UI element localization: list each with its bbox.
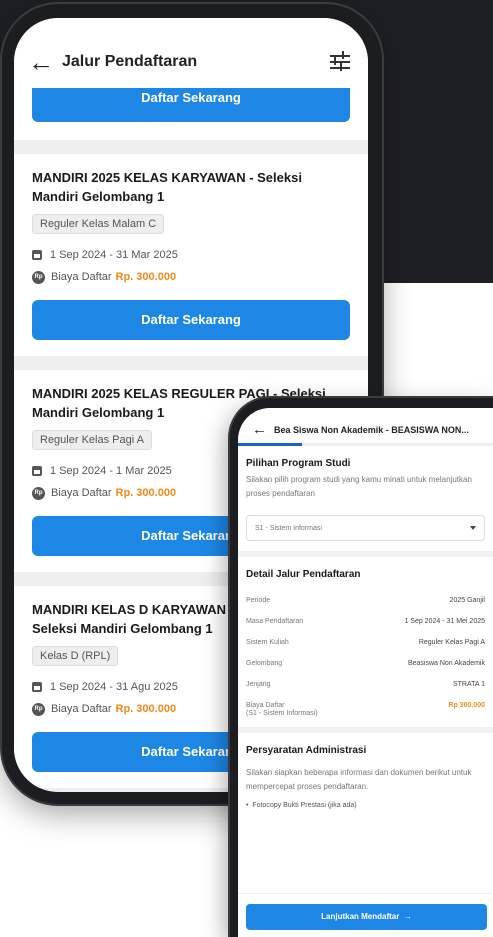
requirement-item: • Fotocopy Bukti Prestasi (jika ada) (246, 802, 357, 809)
class-chip: Kelas D (RPL) (32, 646, 119, 666)
phone-screen-detail: ← Bea Siswa Non Akademik - BEASISWA NON.… (238, 408, 493, 937)
rupiah-icon: Rp (32, 702, 45, 716)
rupiah-icon: Rp (32, 486, 45, 500)
list-item: MANDIRI 2025 KELAS KARYAWAN - Seleksi Ma… (14, 154, 368, 356)
detail-row: Sistem Kuliah Reguler Kelas Pagi A (246, 632, 485, 653)
date-range: 1 Sep 2024 - 1 Mar 2025 (50, 465, 172, 477)
requirement-text: Fotocopy Bukti Prestasi (jika ada) (252, 802, 357, 809)
detail-row: Jenjang STRATA 1 (246, 674, 485, 695)
chevron-down-icon (470, 526, 476, 530)
arrow-right-icon: → (401, 912, 412, 921)
requirements-section: Persyaratan Administrasi Silakan siapkan… (238, 733, 493, 819)
date-range: 1 Sep 2024 - 31 Agu 2025 (50, 681, 178, 693)
section-heading: Persyaratan Administrasi (246, 745, 367, 756)
detail-row: Masa Pendaftaran 1 Sep 2024 - 31 Mei 2025 (246, 611, 485, 632)
fee-label: Biaya Daftar (51, 271, 112, 283)
fee-value: Rp. 300.000 (115, 703, 177, 715)
continue-register-label: Lanjutkan Mendaftar (321, 912, 400, 921)
detail-header: ← Bea Siswa Non Akademik - BEASISWA NON.… (238, 408, 493, 446)
calendar-icon (32, 682, 42, 692)
section-description: Silakan siapkan beberapa informasi dan d… (246, 768, 472, 791)
detail-footer: Lanjutkan Mendaftar → (238, 893, 493, 937)
path-title: MANDIRI 2025 KELAS KARYAWAN - Seleksi Ma… (32, 170, 302, 204)
fee-value: Rp. 300.000 (115, 487, 177, 499)
detail-label: Periode (246, 597, 271, 604)
filter-sliders-icon[interactable] (328, 51, 354, 73)
program-section: Pilihan Program Studi Silakan pilih prog… (238, 446, 493, 557)
fee-note: (S1 - Sistem Informasi) (246, 710, 318, 717)
detail-label: Sistem Kuliah (246, 639, 289, 646)
detail-row: Gelombang Beasiswa Non Akademik (246, 653, 485, 674)
detail-label: Jenjang (246, 681, 271, 688)
detail-label: Masa Pendaftaran (246, 618, 304, 625)
continue-register-button[interactable]: Lanjutkan Mendaftar → (246, 904, 487, 930)
fee-value: Rp 300.000 (448, 702, 485, 709)
app-header: ← Jalur Pendaftaran (14, 18, 368, 88)
date-row: 1 Sep 2024 - 31 Mar 2025 (32, 246, 350, 264)
calendar-icon (32, 250, 42, 260)
list-item: Daftar Sekarang (14, 88, 368, 140)
arrow-left-icon[interactable]: ← (252, 421, 274, 438)
fee-label: Biaya Daftar (51, 487, 112, 499)
detail-row: Periode 2025 Ganjil (246, 590, 485, 611)
program-select-value: S1 - Sistem Informasi (255, 524, 322, 532)
class-chip: Reguler Kelas Pagi A (32, 430, 152, 450)
detail-value: Reguler Kelas Pagi A (418, 639, 485, 646)
fee-row: Rp Biaya Daftar Rp. 300.000 (32, 268, 350, 286)
arrow-left-icon[interactable]: ← (28, 47, 62, 78)
detail-title: Bea Siswa Non Akademik - BEASISWA NON... (274, 424, 469, 435)
fee-value: Rp. 300.000 (115, 271, 177, 283)
register-button[interactable]: Daftar Sekarang (32, 300, 350, 340)
detail-value: 1 Sep 2024 - 31 Mei 2025 (404, 618, 485, 625)
section-description: Silakan pilih program studi yang kamu mi… (246, 475, 472, 498)
rupiah-icon: Rp (32, 270, 45, 284)
detail-value: Beasiswa Non Akademik (407, 660, 485, 667)
program-select[interactable]: S1 - Sistem Informasi (246, 515, 485, 541)
section-heading: Pilihan Program Studi (246, 458, 351, 469)
detail-label: Biaya Daftar (246, 702, 285, 709)
section-heading: Detail Jalur Pendaftaran (246, 569, 361, 580)
date-range: 1 Sep 2024 - 31 Mar 2025 (50, 249, 178, 261)
detail-label: Gelombang (246, 660, 283, 667)
phone-frame-detail: ← Bea Siswa Non Akademik - BEASISWA NON.… (230, 398, 493, 937)
detail-value: STRATA 1 (452, 681, 485, 688)
calendar-icon (32, 466, 42, 476)
detail-section: Detail Jalur Pendaftaran Periode 2025 Gan… (238, 557, 493, 733)
register-button[interactable]: Daftar Sekarang (32, 88, 350, 122)
class-chip: Reguler Kelas Malam C (32, 214, 165, 234)
fee-label: Biaya Daftar (51, 703, 112, 715)
detail-value: 2025 Ganjil (449, 597, 485, 604)
page-title: Jalur Pendaftaran (62, 53, 198, 70)
